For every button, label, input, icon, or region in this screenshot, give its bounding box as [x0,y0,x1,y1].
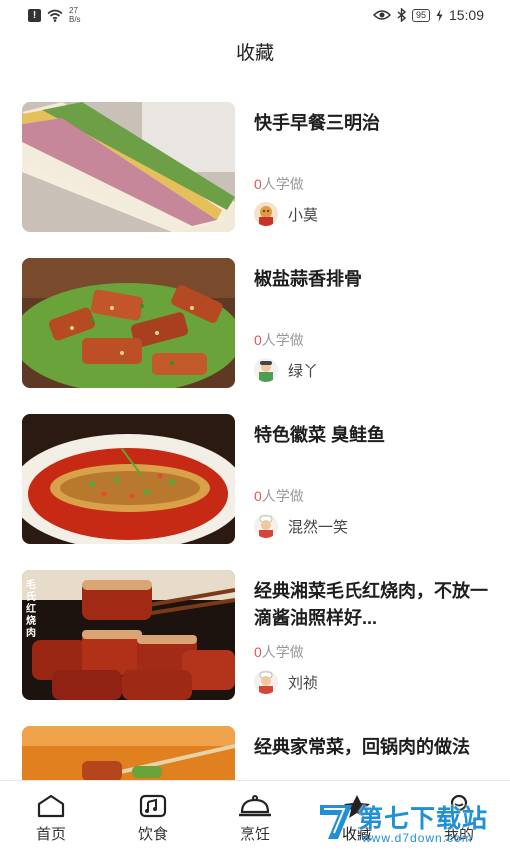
star-icon [344,795,370,818]
recipe-card[interactable]: 椒盐蒜香排骨 0人学做 绿丫 [22,258,492,390]
learners-count: 0人学做 [254,176,304,192]
nav-label: 我的 [443,826,474,843]
learners-count: 0人学做 [254,332,304,348]
author-name: 刘祯 [288,674,319,692]
avatar [254,358,278,382]
home-icon [37,794,65,818]
recipe-list[interactable]: 快手早餐三明治 0人学做 小莫 椒盐蒜香排骨 0人学做 绿丫 特色徽菜 臭鲑鱼 … [0,100,510,780]
nav-diet[interactable]: 饮食 [102,781,204,850]
bluetooth-icon [397,8,406,22]
recipe-card[interactable]: 快手早餐三明治 0人学做 小莫 [22,102,492,234]
charging-icon [436,8,443,22]
recipe-author[interactable]: 绿丫 [254,358,318,382]
recipe-card[interactable]: 毛氏红烧肉 经典湘菜毛氏红烧肉，不放一滴酱油照样好... 0人学做 刘祯 [22,570,492,702]
battery-icon: 95 [411,8,430,22]
bottom-nav: 首页 饮食 烹饪 收藏 我的 [0,780,510,850]
recipe-title[interactable]: 特色徽菜 臭鲑鱼 [254,422,490,449]
avatar [254,202,278,226]
author-name: 混然一笑 [288,518,349,536]
recipe-card[interactable]: 经典家常菜，回锅肉的做法 [22,726,492,780]
cloche-icon [239,795,271,817]
avatar [254,670,278,694]
wifi-icon [47,9,63,22]
nav-label: 烹饪 [239,826,270,843]
author-name: 绿丫 [288,362,319,380]
recipe-title[interactable]: 快手早餐三明治 [254,110,490,137]
avatar [254,514,278,538]
recipe-author[interactable]: 混然一笑 [254,514,348,538]
recipe-title[interactable]: 经典湘菜毛氏红烧肉，不放一滴酱油照样好... [254,578,490,632]
nav-favorites[interactable]: 收藏 [306,781,408,850]
clock: 15:09 [448,7,484,23]
eye-icon [372,10,391,20]
recipe-thumbnail-sandwich[interactable] [22,102,235,232]
recipe-thumbnail-braised-pork[interactable]: 毛氏红烧肉 [22,570,235,700]
nav-label: 首页 [35,826,66,843]
status-bar: ! 27 B/s 95 15:09 [0,0,510,30]
network-speed: 27 B/s [69,6,81,24]
nav-profile[interactable]: 我的 [408,781,510,850]
diet-icon [139,794,167,818]
recipe-title[interactable]: 经典家常菜，回锅肉的做法 [254,734,490,761]
nav-cooking[interactable]: 烹饪 [204,781,306,850]
recipe-thumbnail-fish[interactable] [22,414,235,544]
thumbnail-caption: 毛氏红烧肉 [26,580,36,639]
learners-count: 0人学做 [254,644,304,660]
nav-label: 饮食 [137,826,168,843]
recipe-thumbnail-ribs[interactable] [22,258,235,388]
nav-label: 收藏 [341,826,372,843]
recipe-thumbnail-twice-cooked-pork[interactable] [22,726,235,780]
page-title: 收藏 [235,43,274,64]
recipe-title[interactable]: 椒盐蒜香排骨 [254,266,490,293]
recipe-card[interactable]: 特色徽菜 臭鲑鱼 0人学做 混然一笑 [22,414,492,546]
recipe-author[interactable]: 小莫 [254,202,318,226]
nav-home[interactable]: 首页 [0,781,102,850]
user-icon [450,794,468,812]
alert-icon: ! [28,8,41,22]
learners-count: 0人学做 [254,488,304,504]
recipe-author[interactable]: 刘祯 [254,670,318,694]
author-name: 小莫 [288,206,319,224]
